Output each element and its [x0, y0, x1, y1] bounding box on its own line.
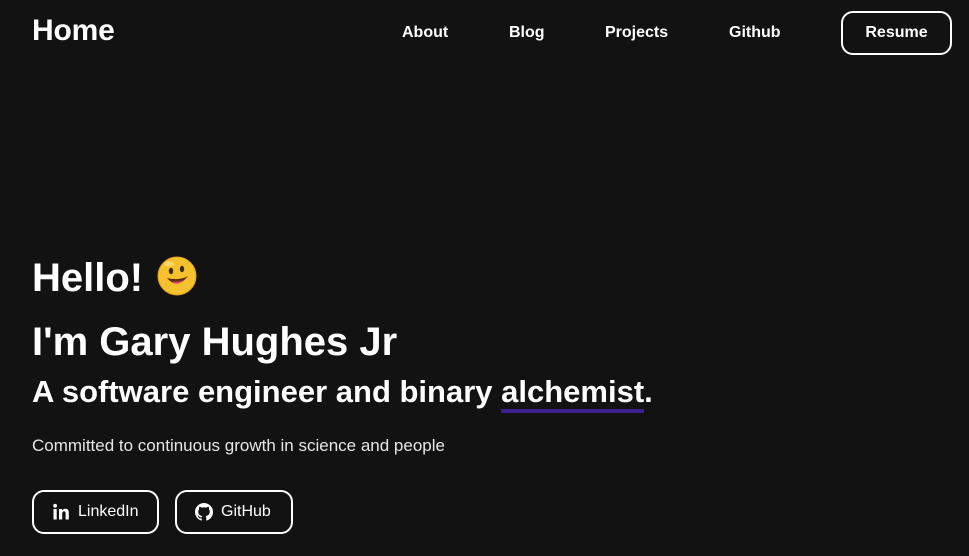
github-button[interactable]: GitHub — [175, 490, 293, 534]
site-header: Home About Blog Projects Github Resume — [0, 0, 969, 66]
home-link[interactable]: Home — [32, 14, 115, 48]
tagline-suffix: . — [644, 374, 653, 409]
page: Home About Blog Projects Github Resume H… — [0, 0, 969, 556]
github-button-label: GitHub — [221, 503, 271, 520]
nav-blog[interactable]: Blog — [509, 24, 545, 42]
linkedin-icon — [52, 503, 70, 521]
name-heading: I'm Gary Hughes Jr — [32, 320, 398, 364]
resume-button[interactable]: Resume — [841, 11, 952, 55]
resume-button-label: Resume — [865, 24, 928, 41]
linkedin-button-label: LinkedIn — [78, 503, 139, 520]
tagline: A software engineer and binary alchemist… — [32, 374, 653, 413]
nav-about[interactable]: About — [402, 24, 448, 42]
subtitle: Committed to continuous growth in scienc… — [32, 436, 445, 455]
greeting-heading: Hello! — [32, 256, 144, 300]
tagline-prefix: A software engineer and binary — [32, 374, 502, 409]
github-icon — [195, 503, 213, 521]
tagline-highlight: alchemist — [501, 374, 645, 413]
nav-github[interactable]: Github — [729, 24, 781, 42]
grinning-face-emoji-icon — [157, 256, 197, 296]
linkedin-button[interactable]: LinkedIn — [32, 490, 159, 534]
nav-projects[interactable]: Projects — [605, 24, 668, 42]
